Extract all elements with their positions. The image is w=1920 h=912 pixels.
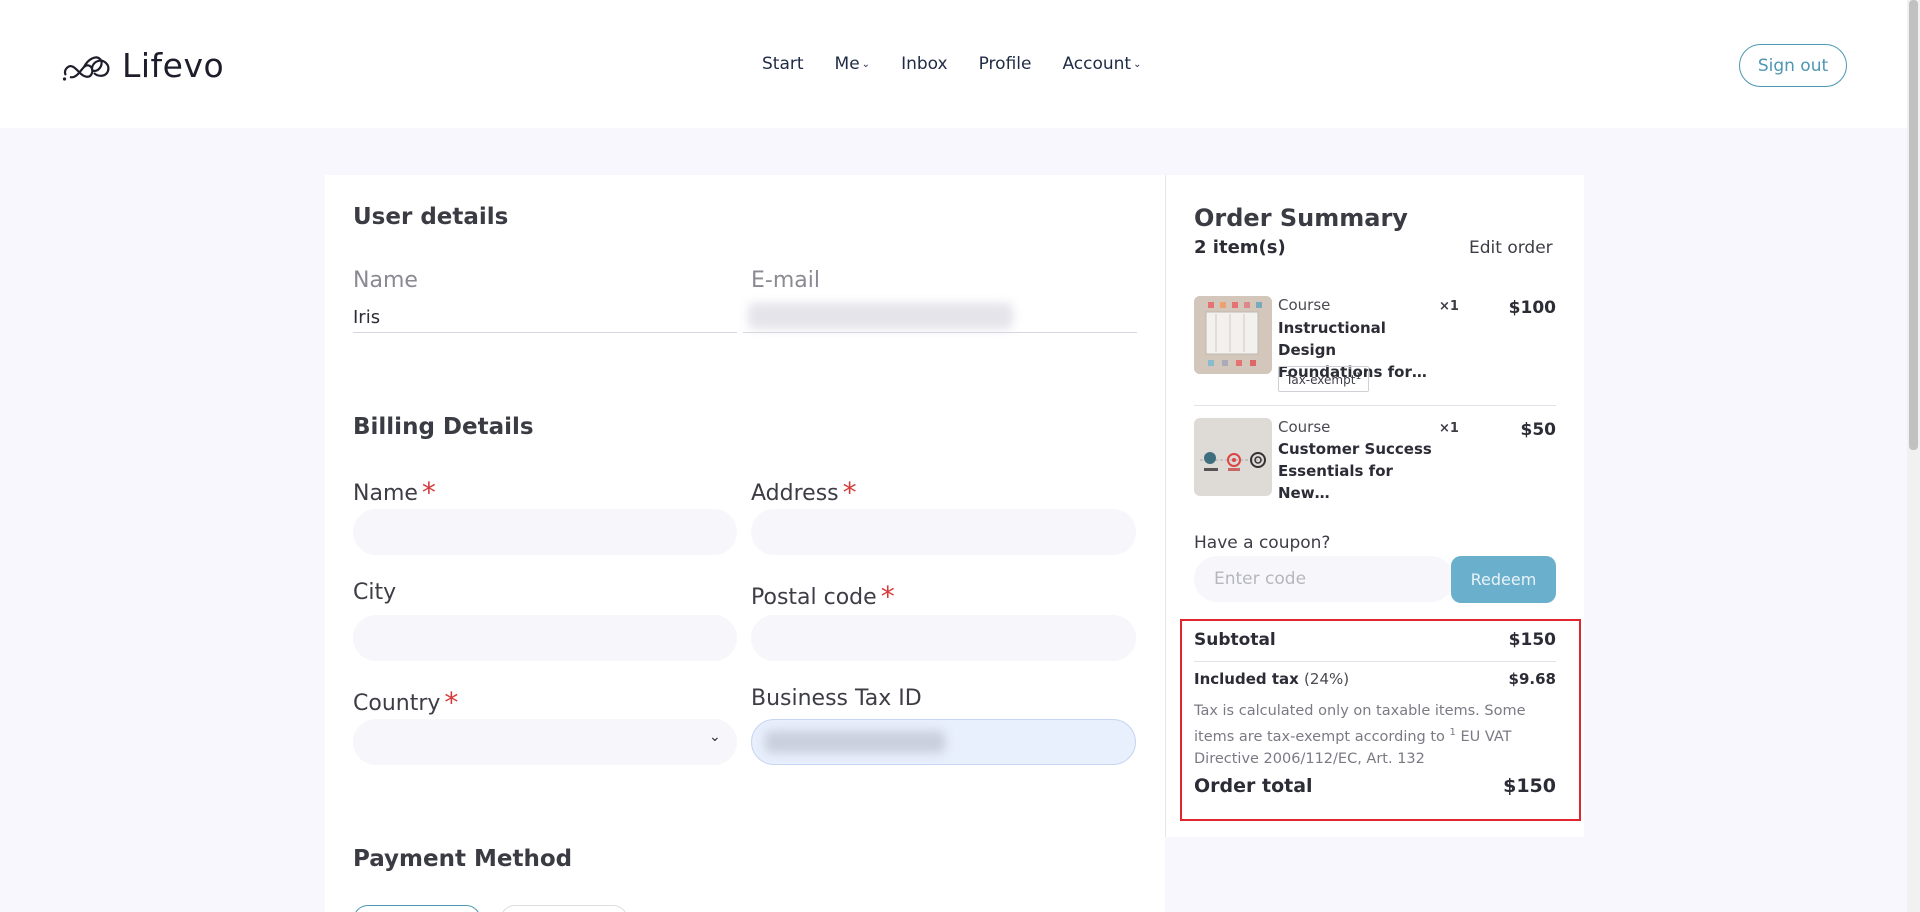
subtotal-label: Subtotal: [1194, 630, 1276, 650]
order-total-row: Order total $150: [1194, 775, 1556, 797]
required-mark: *: [421, 476, 436, 509]
order-total-label: Order total: [1194, 775, 1313, 797]
tax-exempt-footnote-mark: 1: [1355, 372, 1362, 382]
order-item-qty: ×1: [1439, 421, 1459, 436]
course-thumbnail-image: [1194, 296, 1272, 374]
logo-infinity-icon: [62, 55, 110, 81]
included-tax-label: Included tax (24%): [1194, 670, 1349, 688]
included-tax-label-text: Included tax: [1194, 670, 1299, 688]
payment-method-title: Payment Method: [353, 846, 573, 872]
billing-name-label-text: Name: [353, 481, 418, 506]
order-item-divider: [1194, 405, 1556, 406]
payment-option-2[interactable]: [500, 905, 628, 912]
user-details-title: User details: [353, 204, 509, 230]
nav-start-label: Start: [762, 54, 804, 74]
billing-name-input[interactable]: [353, 509, 737, 555]
nav-me-label: Me: [834, 54, 860, 74]
billing-postal-label-text: Postal code: [751, 585, 877, 610]
billing-address-label-text: Address: [751, 481, 839, 506]
top-header: Lifevo Start Me ⌄ Inbox Profile Account ⌄ …: [0, 0, 1907, 128]
billing-details-title: Billing Details: [353, 414, 534, 440]
billing-tax-id-value-redacted: [765, 731, 945, 753]
included-tax-value: $9.68: [1508, 670, 1556, 688]
main-nav: Start Me ⌄ Inbox Profile Account ⌄: [762, 54, 1172, 74]
order-item-count: 2 item(s): [1194, 237, 1286, 258]
billing-city-input[interactable]: [353, 615, 737, 661]
logo[interactable]: Lifevo: [62, 46, 224, 85]
nav-profile-label: Profile: [978, 54, 1032, 74]
required-mark: *: [444, 686, 459, 719]
coupon-code-input[interactable]: [1194, 556, 1454, 602]
user-email-value-redacted: [748, 303, 1013, 329]
user-email-underline: [743, 332, 1137, 333]
tax-exempt-badge: Tax-exempt1: [1278, 366, 1370, 392]
nav-start[interactable]: Start: [762, 54, 804, 74]
payment-option-1[interactable]: [353, 905, 481, 912]
user-name-label: Name: [353, 268, 418, 293]
order-item: Course Customer Success Essentials for N…: [1194, 418, 1557, 502]
nav-inbox-label: Inbox: [901, 54, 948, 74]
sign-out-button[interactable]: Sign out: [1739, 44, 1847, 87]
order-item-price: $50: [1520, 420, 1557, 440]
required-mark: *: [842, 476, 857, 509]
user-email-label: E-mail: [751, 268, 820, 293]
coupon-label: Have a coupon?: [1194, 533, 1331, 553]
chevron-down-icon: ⌄: [1133, 58, 1142, 70]
subtotal-row: Subtotal $150: [1194, 630, 1556, 650]
logo-text: Lifevo: [122, 46, 225, 85]
tax-note-footnote-mark: 1: [1449, 727, 1456, 738]
billing-city-label: City: [353, 580, 397, 605]
nav-account[interactable]: Account ⌄: [1062, 54, 1141, 74]
subtotal-value: $150: [1508, 630, 1556, 650]
user-name-value: Iris: [353, 307, 381, 328]
tax-rate: (24%): [1304, 670, 1350, 688]
billing-postal-input[interactable]: [751, 615, 1136, 661]
nav-inbox[interactable]: Inbox: [901, 54, 948, 74]
billing-name-label: Name *: [353, 474, 436, 509]
order-item: Course Instructional Design Foundations …: [1194, 296, 1556, 396]
course-thumbnail-image: [1194, 418, 1272, 496]
nav-account-label: Account: [1062, 54, 1132, 74]
order-item-kind: Course: [1278, 296, 1331, 314]
totals-divider: [1194, 661, 1556, 662]
billing-country-label-text: Country: [353, 691, 441, 716]
user-name-underline: [353, 332, 737, 333]
order-item-name[interactable]: Customer Success Essentials for New…: [1278, 438, 1438, 504]
tax-note: Tax is calculated only on taxable items.…: [1194, 700, 1556, 770]
required-mark: *: [880, 580, 895, 613]
billing-address-input[interactable]: [751, 509, 1136, 555]
course-thumbnail: [1194, 418, 1272, 496]
nav-profile[interactable]: Profile: [979, 54, 1032, 74]
order-item-kind: Course: [1278, 418, 1331, 436]
billing-country-label: Country *: [353, 684, 459, 719]
order-total-value: $150: [1503, 775, 1556, 797]
tax-exempt-badge-text: Tax-exempt: [1286, 373, 1356, 387]
order-item-qty: ×1: [1439, 299, 1459, 314]
redeem-button[interactable]: Redeem: [1451, 556, 1556, 603]
edit-order-link[interactable]: Edit order: [1469, 238, 1553, 258]
nav-me[interactable]: Me ⌄: [835, 54, 871, 74]
chevron-down-icon: ⌄: [709, 729, 721, 745]
billing-tax-id-label: Business Tax ID: [751, 686, 922, 711]
tax-row: Included tax (24%) $9.68: [1194, 670, 1556, 688]
billing-address-label: Address *: [751, 474, 857, 509]
billing-country-select[interactable]: [353, 719, 737, 765]
order-summary-title: Order Summary: [1194, 204, 1408, 232]
order-item-price: $100: [1508, 298, 1556, 318]
chevron-down-icon: ⌄: [861, 58, 871, 70]
billing-postal-label: Postal code *: [751, 578, 895, 613]
course-thumbnail: [1194, 296, 1272, 374]
page-scrollbar[interactable]: [1907, 0, 1920, 912]
scrollbar-thumb[interactable]: [1909, 0, 1918, 450]
